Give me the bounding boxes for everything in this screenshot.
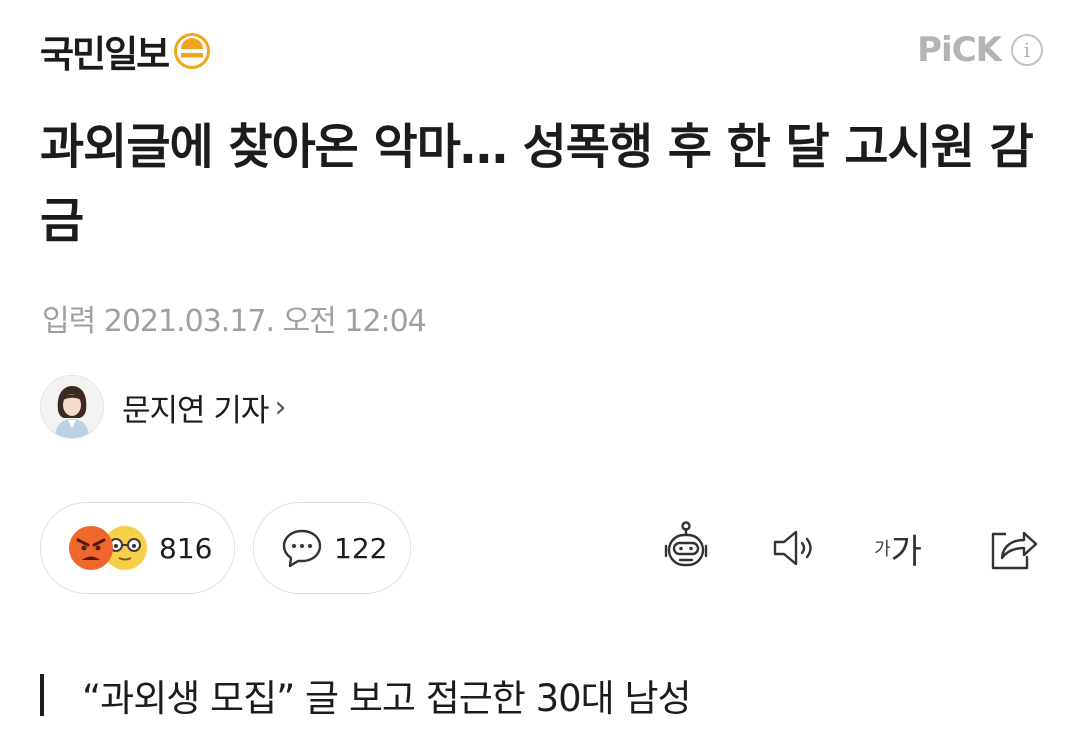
logo[interactable]: 국민일보 — [40, 24, 211, 78]
comment-count: 122 — [334, 531, 388, 565]
share-button[interactable] — [980, 516, 1044, 580]
subheading-bar — [40, 674, 44, 716]
header: 국민일보 PiCK i — [40, 24, 1043, 76]
logo-text: 국민일보 — [40, 33, 170, 76]
article-subheading: “과외생 모집” 글 보고 접근한 30대 남성 — [40, 668, 692, 722]
text-to-speech-button[interactable] — [762, 516, 826, 580]
reporter-name: 문지연 기자 — [122, 392, 269, 429]
article-title: 과외글에 찾아온 악마… 성폭행 후 한 달 고시원 감금 — [40, 119, 1034, 249]
reporter-link[interactable]: 문지연 기자 › — [40, 375, 286, 439]
comment-button[interactable]: 122 — [253, 502, 411, 594]
robot-icon — [664, 521, 708, 567]
chevron-right-icon: › — [274, 389, 287, 425]
info-icon[interactable]: i — [1011, 34, 1043, 66]
speaker-icon — [773, 530, 812, 566]
reaction-button[interactable]: 816 — [40, 502, 235, 594]
pick-badge[interactable]: PiCK i — [917, 30, 1043, 70]
comment-bubble-icon — [282, 529, 322, 568]
publish-date: 입력 2021.03.17. 오전 12:04 — [42, 304, 427, 339]
share-icon — [991, 531, 1038, 570]
font-size-icon[interactable]: 가가 — [866, 516, 930, 580]
angry-face-icon — [69, 526, 113, 570]
font-large-label: 가 — [890, 531, 922, 572]
article-tools: 가가 — [650, 516, 1045, 580]
summary-bot-button[interactable] — [654, 516, 718, 580]
kukmin-logo-icon — [174, 33, 211, 69]
reporter-photo-icon — [41, 376, 103, 438]
reaction-count: 816 — [159, 531, 213, 565]
avatar — [40, 375, 104, 439]
reaction-faces — [69, 526, 147, 570]
subheading-text: “과외생 모집” 글 보고 접근한 30대 남성 — [82, 677, 692, 720]
font-small-label: 가 — [874, 539, 891, 560]
pick-label: PiCK — [917, 30, 1002, 70]
